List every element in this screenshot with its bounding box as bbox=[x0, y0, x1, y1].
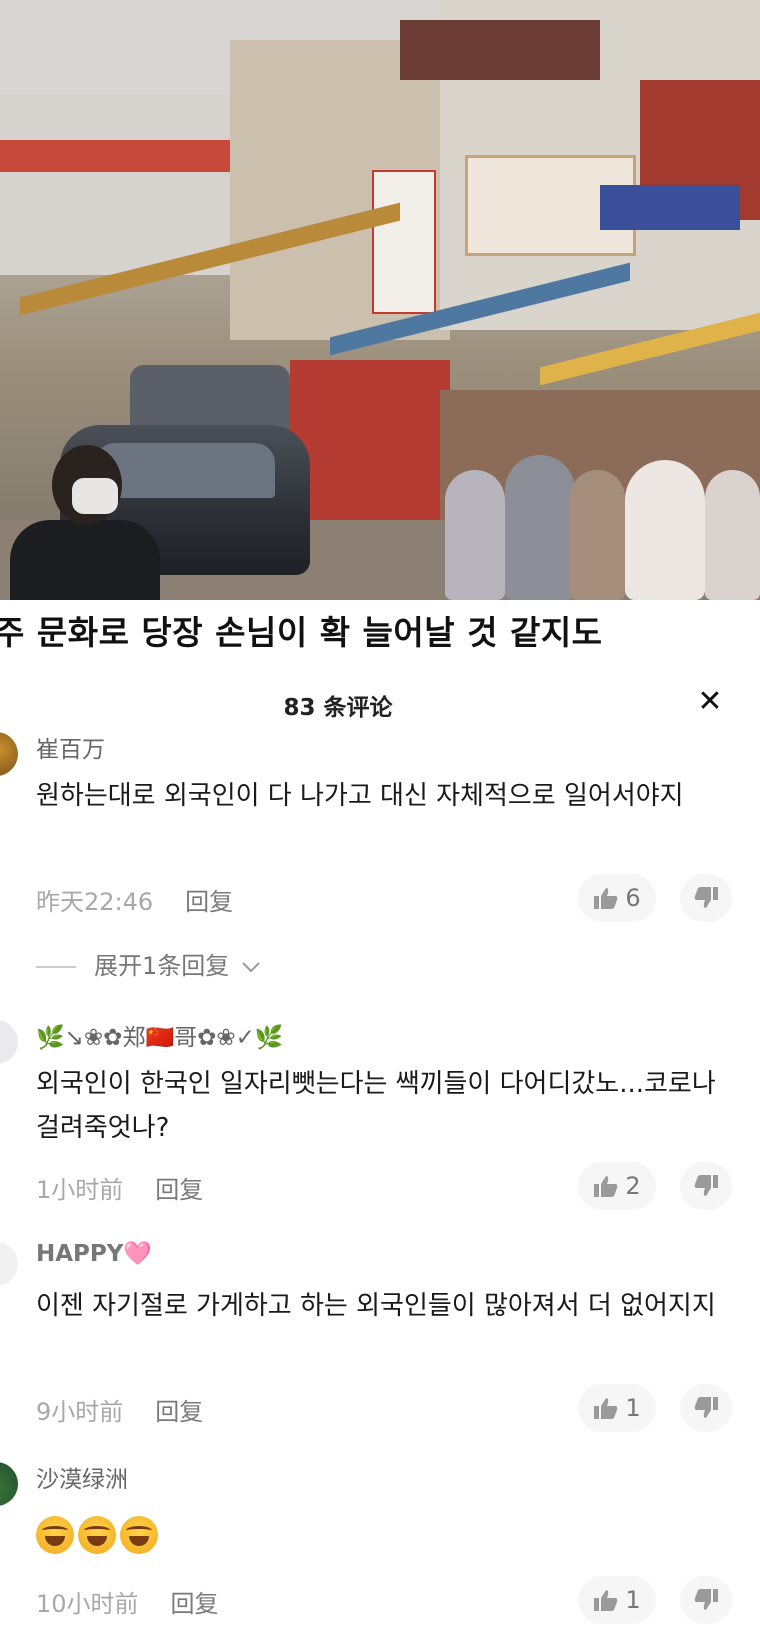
dislike-button[interactable] bbox=[680, 1384, 732, 1432]
avatar[interactable] bbox=[0, 1242, 18, 1286]
dislike-button[interactable] bbox=[680, 1162, 732, 1210]
reply-button[interactable]: 回复 bbox=[155, 1398, 203, 1426]
thumbs-up-icon bbox=[594, 1176, 618, 1197]
comment-emoji-row bbox=[36, 1512, 726, 1556]
comment-text: 외국인이 한국인 일자리뺏는다는 쌕끼들이 다어디갔노...코로나걸려죽엇나? bbox=[36, 1069, 716, 1143]
vertical-sign bbox=[372, 170, 436, 314]
like-button[interactable]: 1 bbox=[578, 1576, 656, 1624]
comment-item: 崔百万 원하는대로 외국인이 다 나가고 대신 자체적으로 일어서야지 昨天22… bbox=[0, 730, 760, 980]
avatar[interactable] bbox=[0, 732, 18, 776]
comment-text: 원하는대로 외국인이 다 나가고 대신 자체적으로 일어서야지 bbox=[36, 781, 684, 811]
comment-item: 🌿↘❀✿郑🇨🇳哥✿❀✓🌿 외국인이 한국인 일자리뺏는다는 쌕끼들이 다어디갔노… bbox=[0, 1018, 760, 1218]
close-icon[interactable]: ✕ bbox=[690, 682, 730, 722]
comment-username[interactable]: 🌿↘❀✿郑🇨🇳哥✿❀✓🌿 bbox=[36, 1018, 284, 1052]
comment-meta: 9小时前 回复 bbox=[36, 1392, 203, 1427]
comment-meta: 1小时前 回复 bbox=[36, 1170, 203, 1205]
dislike-button[interactable] bbox=[680, 1576, 732, 1624]
pedestrian-masked bbox=[10, 520, 160, 610]
comment-time: 1小时前 bbox=[36, 1176, 124, 1204]
comment-time: 昨天22:46 bbox=[36, 888, 154, 916]
comments-header: 83 条评论 ✕ bbox=[0, 676, 760, 732]
like-button[interactable]: 1 bbox=[578, 1384, 656, 1432]
chevron-down-icon bbox=[242, 962, 260, 973]
divider-line bbox=[36, 966, 76, 968]
video-subtitle: 주 문화로 당장 손님이 확 늘어날 것 같지도 bbox=[0, 613, 603, 652]
video-frame[interactable] bbox=[0, 0, 760, 668]
building-left bbox=[0, 95, 240, 275]
laughing-crying-emoji-icon bbox=[36, 1515, 74, 1554]
laughing-crying-emoji-icon bbox=[78, 1515, 116, 1554]
like-count: 6 bbox=[625, 884, 641, 912]
comment-item: HAPPY🩷 이젠 자기절로 가게하고 하는 외국인들이 많아져서 더 없어지지… bbox=[0, 1240, 760, 1440]
comment-meta: 10小时前 回复 bbox=[36, 1584, 219, 1619]
comment-username[interactable]: 沙漠绿洲 bbox=[36, 1460, 128, 1494]
face-mask bbox=[72, 478, 118, 514]
comment-username[interactable]: HAPPY🩷 bbox=[36, 1240, 152, 1267]
red-band bbox=[0, 140, 240, 172]
avatar[interactable] bbox=[0, 1462, 18, 1506]
blue-sign bbox=[600, 185, 740, 230]
thumbs-down-icon bbox=[694, 1589, 718, 1610]
comment-username[interactable]: 崔百万 bbox=[36, 730, 105, 764]
like-count: 1 bbox=[625, 1394, 641, 1422]
expand-label: 展开1条回复 bbox=[94, 952, 230, 980]
pedestrian bbox=[705, 470, 760, 600]
expand-replies-button[interactable]: 展开1条回复 bbox=[36, 946, 261, 981]
like-count: 2 bbox=[625, 1172, 641, 1200]
comment-time: 10小时前 bbox=[36, 1590, 139, 1618]
comment-item: 沙漠绿洲 10小时前 回复 1 bbox=[0, 1460, 760, 1633]
pedestrian bbox=[570, 470, 625, 600]
pedestrian bbox=[505, 455, 575, 600]
pedestrian bbox=[445, 470, 505, 600]
reply-button[interactable]: 回复 bbox=[185, 888, 233, 916]
laughing-crying-emoji-icon bbox=[120, 1515, 158, 1554]
thumbs-down-icon bbox=[694, 1397, 718, 1418]
shopfront bbox=[290, 360, 450, 540]
car-window bbox=[95, 443, 275, 498]
comment-meta: 昨天22:46 回复 bbox=[36, 882, 233, 917]
thumbs-up-icon bbox=[594, 1590, 618, 1611]
thumbs-down-icon bbox=[694, 1175, 718, 1196]
thumbs-down-icon bbox=[694, 887, 718, 908]
avatar[interactable] bbox=[0, 1020, 18, 1064]
comment-time: 9小时前 bbox=[36, 1398, 124, 1426]
pedestrian bbox=[625, 460, 705, 600]
reply-button[interactable]: 回复 bbox=[171, 1590, 219, 1618]
window-row bbox=[400, 20, 600, 80]
comment-count: 83 条评论 bbox=[283, 695, 393, 721]
like-button[interactable]: 2 bbox=[578, 1162, 656, 1210]
thumbs-up-icon bbox=[594, 1398, 618, 1419]
thumbs-up-icon bbox=[594, 888, 618, 909]
reply-button[interactable]: 回复 bbox=[155, 1176, 203, 1204]
like-button[interactable]: 6 bbox=[578, 874, 656, 922]
dislike-button[interactable] bbox=[680, 874, 732, 922]
comment-text: 이젠 자기절로 가게하고 하는 외국인들이 많아져서 더 없어지지 bbox=[36, 1291, 716, 1321]
like-count: 1 bbox=[625, 1586, 641, 1614]
